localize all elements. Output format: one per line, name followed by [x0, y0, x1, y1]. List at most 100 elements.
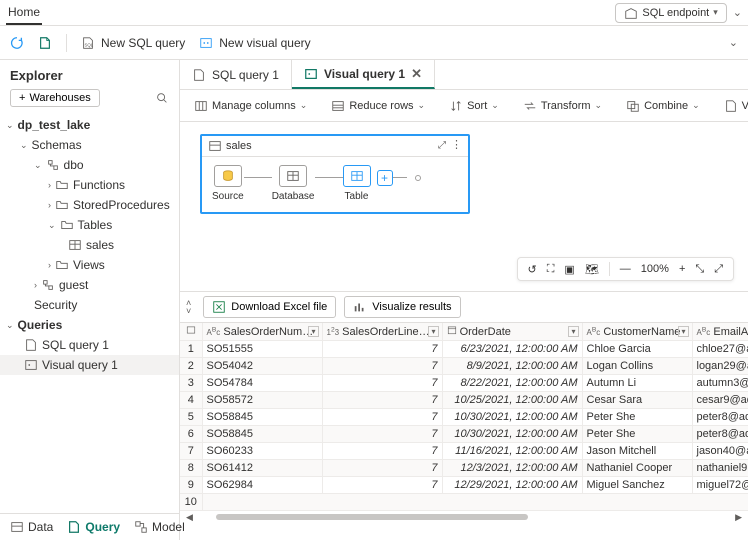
reset-view-icon[interactable]: ↺: [528, 263, 537, 276]
table-row[interactable]: 8SO61412712/3/2021, 12:00:00 AMNathaniel…: [180, 460, 748, 477]
fullscreen-icon[interactable]: ⤢: [714, 263, 723, 276]
cell: logan29@adventure: [692, 358, 748, 375]
horizontal-scrollbar[interactable]: ◀▶: [180, 511, 748, 523]
chevron-down-icon[interactable]: ▾: [678, 326, 688, 337]
col-header[interactable]: 123 SalesOrderLineNumber▾: [322, 323, 442, 341]
editor-tab-sql-1[interactable]: SQL query 1: [180, 60, 292, 89]
results-grid[interactable]: ABc SalesOrderNumber▾ 123 SalesOrderLine…: [180, 322, 748, 540]
pipeline-title: sales: [226, 140, 252, 152]
tree-visual-query-1[interactable]: Visual query 1: [0, 355, 179, 375]
stage-table[interactable]: Table: [343, 165, 371, 202]
manage-columns-button[interactable]: Manage columns⌄: [188, 96, 313, 116]
bottom-tab-query[interactable]: Query: [67, 520, 120, 534]
combine-icon: [626, 99, 640, 113]
zoom-out-button[interactable]: —: [620, 263, 631, 275]
collapse-diag-icon[interactable]: ⤡: [695, 263, 704, 276]
cell: SO54042: [202, 358, 322, 375]
row-number: 8: [180, 460, 202, 477]
chevron-down-icon[interactable]: ▾: [428, 326, 438, 337]
tree-security[interactable]: Security: [0, 295, 179, 315]
table-row[interactable]: 7SO60233711/16/2021, 12:00:00 AMJason Mi…: [180, 443, 748, 460]
table-row[interactable]: 1SO5155576/23/2021, 12:00:00 AMChloe Gar…: [180, 341, 748, 358]
cell: 7: [322, 443, 442, 460]
add-warehouse-button[interactable]: + Warehouses: [10, 89, 100, 107]
tree-sql-query-1[interactable]: SQL query 1: [0, 335, 179, 355]
col-header[interactable]: ABc SalesOrderNumber▾: [202, 323, 322, 341]
col-header[interactable]: ABc EmailAddress▾: [692, 323, 748, 341]
home-tab[interactable]: Home: [6, 1, 42, 25]
editor-tab-visual-1[interactable]: Visual query 1 ✕: [292, 60, 435, 89]
tree-schemas[interactable]: ⌄Schemas: [0, 135, 179, 155]
table-row[interactable]: 5SO58845710/30/2021, 12:00:00 AMPeter Sh…: [180, 409, 748, 426]
cell: SO60233: [202, 443, 322, 460]
toolbar-overflow[interactable]: ⌄: [729, 36, 738, 49]
tree-dbo[interactable]: ⌄dbo: [0, 155, 179, 175]
table-icon: [186, 325, 196, 335]
cell: SO54784: [202, 375, 322, 392]
refresh-button[interactable]: [10, 36, 24, 50]
zoom-in-button[interactable]: +: [679, 263, 685, 275]
chevron-down-icon[interactable]: ▾: [568, 326, 578, 337]
add-step-button[interactable]: +: [377, 170, 393, 186]
pipeline-sales[interactable]: sales ⤢ ⋮ Source Database Table +: [200, 134, 470, 214]
tree-table-sales[interactable]: sales: [0, 235, 179, 255]
reduce-rows-button[interactable]: Reduce rows⌄: [325, 96, 431, 116]
map-icon[interactable]: 🗺: [585, 263, 599, 276]
table-row[interactable]: 2SO5404278/9/2021, 12:00:00 AMLogan Coll…: [180, 358, 748, 375]
schema-icon: [41, 278, 55, 292]
close-icon[interactable]: ✕: [411, 66, 422, 82]
search-icon[interactable]: [155, 91, 169, 105]
bottom-tab-data[interactable]: Data: [10, 520, 53, 534]
pan-icon[interactable]: ⛶: [547, 263, 555, 276]
cell: SO51555: [202, 341, 322, 358]
sql-query-icon: [192, 68, 206, 82]
tree-functions[interactable]: ›Functions: [0, 175, 179, 195]
tree-tables[interactable]: ⌄Tables: [0, 215, 179, 235]
tree-guest[interactable]: ›guest: [0, 275, 179, 295]
view-sql-icon: [724, 99, 738, 113]
sort-button[interactable]: Sort⌄: [443, 96, 505, 116]
fit-icon[interactable]: ▣: [564, 263, 574, 276]
visualize-results-button[interactable]: Visualize results: [344, 296, 460, 318]
stage-source[interactable]: Source: [212, 165, 244, 202]
transform-button[interactable]: Transform⌄: [517, 96, 608, 116]
new-item-button[interactable]: [38, 36, 52, 50]
table-row[interactable]: 10: [180, 494, 748, 511]
cell: cesar9@adventure-v: [692, 392, 748, 409]
tree-root[interactable]: ⌄dp_test_lake: [0, 115, 179, 135]
model-icon: [134, 520, 148, 534]
cell: 10/30/2021, 12:00:00 AM: [442, 409, 582, 426]
stage-database[interactable]: Database: [272, 165, 315, 202]
tree-sprocs[interactable]: ›StoredProcedures: [0, 195, 179, 215]
col-header[interactable]: OrderDate▾: [442, 323, 582, 341]
row-number: 7: [180, 443, 202, 460]
new-visual-query-button[interactable]: New visual query: [199, 36, 310, 50]
table-icon: [350, 169, 364, 183]
cell: SO62984: [202, 477, 322, 494]
cell: SO58845: [202, 426, 322, 443]
collapse-results-button[interactable]: ˄˅: [186, 299, 191, 315]
tree-queries[interactable]: ⌄Queries: [0, 315, 179, 335]
collapse-icon[interactable]: ⤢: [438, 140, 446, 151]
more-icon[interactable]: ⋮: [451, 138, 462, 151]
cell: Cesar Sara: [582, 392, 692, 409]
visual-query-icon: [24, 358, 38, 372]
bottom-tab-model[interactable]: Model: [134, 520, 185, 534]
cell: SO58572: [202, 392, 322, 409]
table-row[interactable]: 9SO62984712/29/2021, 12:00:00 AMMiguel S…: [180, 477, 748, 494]
chevron-down-icon[interactable]: ⌄: [733, 6, 742, 19]
mode-selector[interactable]: SQL endpoint ▾: [615, 3, 726, 23]
download-excel-button[interactable]: Download Excel file: [203, 296, 336, 318]
row-header-corner[interactable]: [180, 323, 202, 341]
chevron-down-icon[interactable]: ▾: [308, 326, 318, 337]
tree-views[interactable]: ›Views: [0, 255, 179, 275]
combine-button[interactable]: Combine⌄: [620, 96, 706, 116]
row-number: 5: [180, 409, 202, 426]
col-header[interactable]: ABc CustomerName▾: [582, 323, 692, 341]
view-sql-button[interactable]: View SQL: [718, 96, 748, 116]
visual-query-canvas[interactable]: sales ⤢ ⋮ Source Database Table + ↺ ⛶: [180, 122, 748, 292]
table-row[interactable]: 4SO58572710/25/2021, 12:00:00 AMCesar Sa…: [180, 392, 748, 409]
table-row[interactable]: 6SO58845710/30/2021, 12:00:00 AMPeter Sh…: [180, 426, 748, 443]
table-row[interactable]: 3SO5478478/22/2021, 12:00:00 AMAutumn Li…: [180, 375, 748, 392]
new-sql-query-button[interactable]: SQL New SQL query: [81, 36, 185, 50]
